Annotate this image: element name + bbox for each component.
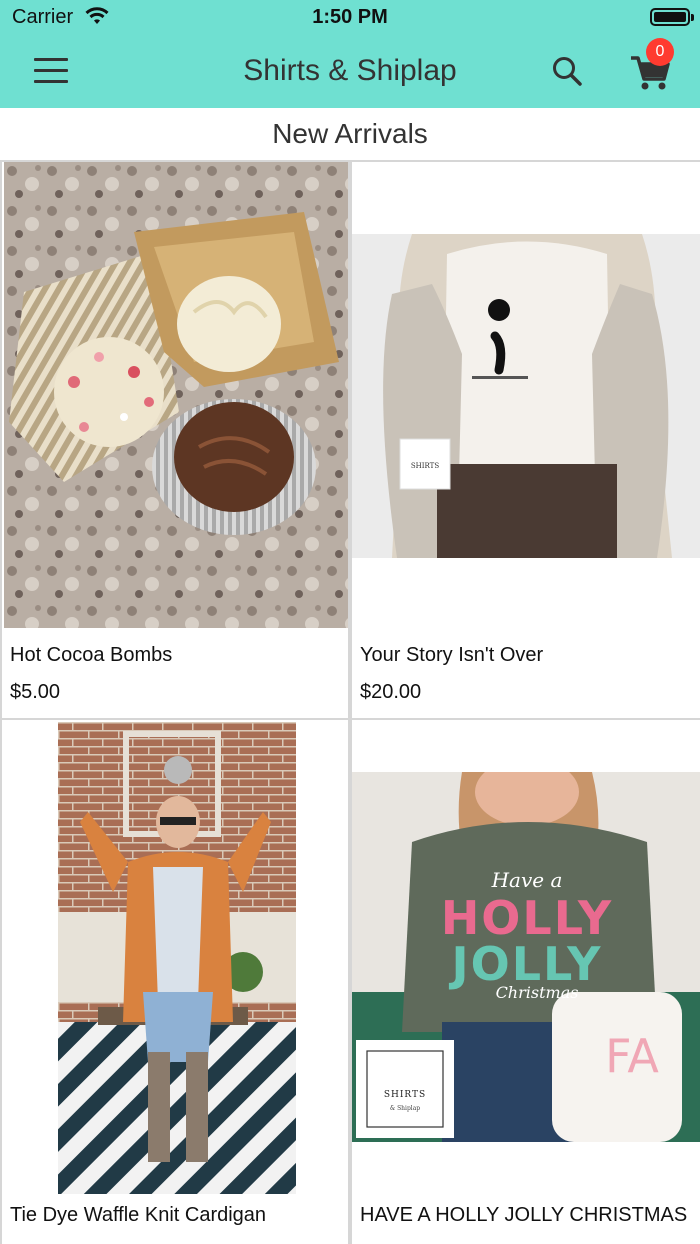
product-image-hot-cocoa-bombs (4, 162, 350, 628)
battery-icon (650, 8, 694, 26)
status-time: 1:50 PM (312, 6, 388, 28)
shirt-text: Have a (491, 868, 563, 892)
section-title: New Arrivals (272, 118, 428, 149)
product-card[interactable]: Hot Cocoa Bombs $5.00 (0, 162, 350, 720)
product-name: Hot Cocoa Bombs (10, 644, 173, 666)
product-name: Tie Dye Waffle Knit Cardigan (10, 1204, 267, 1226)
brand-logo-text: SHIRTS (384, 1090, 426, 1100)
search-icon[interactable] (550, 54, 584, 88)
product-name: HAVE A HOLLY JOLLY CHRISTMAS (360, 1204, 688, 1226)
brand-logo-text: & Shiplap (390, 1105, 420, 1112)
product-image-your-story-isnt-over: SHIRTS (352, 234, 700, 558)
app-title: Shirts & Shiplap (243, 54, 457, 87)
brand-logo-text: SHIRTS (411, 462, 439, 470)
product-image-holly-jolly-christmas: FA Have a HOLLY JOLLY Christmas SHIRTS &… (352, 772, 700, 1142)
product-card[interactable]: SHIRTS Your Story Isn't Over $20.00 (350, 162, 700, 720)
menu-button[interactable] (34, 56, 70, 86)
cart-count-badge: 0 (646, 38, 674, 66)
svg-text:FA: FA (605, 1029, 659, 1083)
shirt-text: Christmas (496, 983, 579, 1002)
product-card[interactable]: Tie Dye Waffle Knit Cardigan (0, 720, 350, 1244)
product-price: $5.00 (10, 681, 61, 703)
status-bar: Carrier 1:50 PM (0, 0, 700, 36)
product-card[interactable]: FA Have a HOLLY JOLLY Christmas SHIRTS &… (350, 720, 700, 1244)
divider (348, 162, 350, 1244)
product-price: $20.00 (360, 681, 422, 703)
product-image-tie-dye-cardigan (58, 722, 296, 1194)
product-name: Your Story Isn't Over (360, 644, 544, 666)
nav-bar: Shirts & Shiplap 0 (0, 36, 700, 108)
